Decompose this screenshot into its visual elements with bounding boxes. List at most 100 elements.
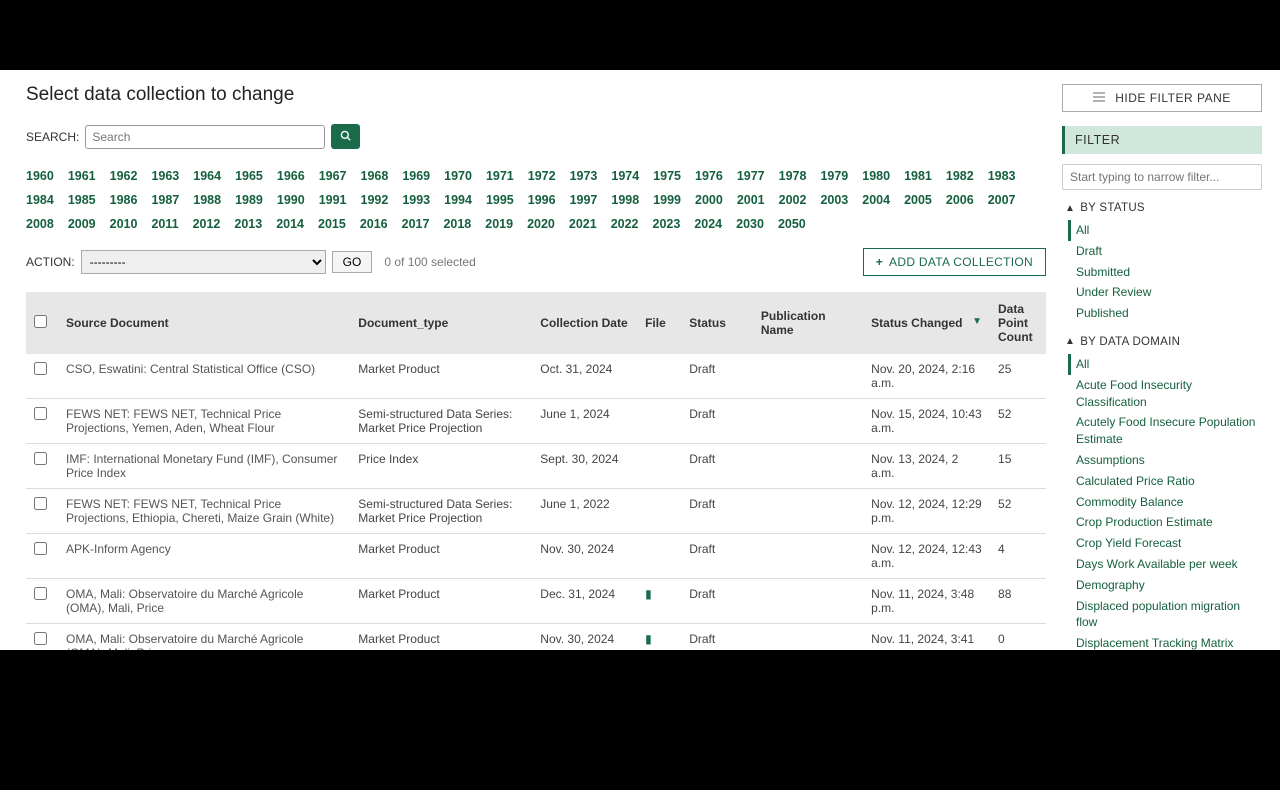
cell-source[interactable]: APK-Inform Agency — [58, 534, 350, 579]
row-checkbox[interactable] — [34, 587, 47, 600]
year-link[interactable]: 2017 — [402, 213, 430, 237]
filter-item[interactable]: Days Work Available per week — [1068, 554, 1262, 575]
search-input[interactable] — [85, 125, 325, 149]
col-collection-date[interactable]: Collection Date — [532, 292, 637, 354]
row-checkbox[interactable] — [34, 407, 47, 420]
year-link[interactable]: 2007 — [988, 189, 1016, 213]
year-link[interactable]: 2003 — [820, 189, 848, 213]
year-link[interactable]: 1992 — [361, 189, 389, 213]
cell-source[interactable]: CSO, Eswatini: Central Statistical Offic… — [58, 354, 350, 399]
year-link[interactable]: 1968 — [361, 165, 389, 189]
year-link[interactable]: 2030 — [736, 213, 764, 237]
year-link[interactable]: 1965 — [235, 165, 263, 189]
year-link[interactable]: 1962 — [110, 165, 138, 189]
year-link[interactable]: 2000 — [695, 189, 723, 213]
cell-source[interactable]: FEWS NET: FEWS NET, Technical Price Proj… — [58, 399, 350, 444]
filter-item[interactable]: Draft — [1068, 241, 1262, 262]
year-link[interactable]: 2016 — [360, 213, 388, 237]
cell-source[interactable]: IMF: International Monetary Fund (IMF), … — [58, 444, 350, 489]
filter-item[interactable]: Displacement Tracking Matrix — [1068, 633, 1262, 650]
year-link[interactable]: 2020 — [527, 213, 555, 237]
year-link[interactable]: 2011 — [151, 213, 178, 237]
year-link[interactable]: 2006 — [946, 189, 974, 213]
year-link[interactable]: 2050 — [778, 213, 806, 237]
filter-item[interactable]: Submitted — [1068, 262, 1262, 283]
year-link[interactable]: 1985 — [68, 189, 96, 213]
year-link[interactable]: 2014 — [276, 213, 304, 237]
action-select[interactable]: --------- — [81, 250, 326, 274]
year-link[interactable]: 1986 — [110, 189, 138, 213]
filter-item[interactable]: Crop Yield Forecast — [1068, 533, 1262, 554]
search-button[interactable] — [331, 124, 360, 149]
year-link[interactable]: 1961 — [68, 165, 96, 189]
add-data-collection-button[interactable]: + ADD DATA COLLECTION — [863, 248, 1046, 276]
year-link[interactable]: 1988 — [193, 189, 221, 213]
year-link[interactable]: 1960 — [26, 165, 54, 189]
filter-item[interactable]: Displaced population migration flow — [1068, 596, 1262, 634]
year-link[interactable]: 2023 — [653, 213, 681, 237]
year-link[interactable]: 1982 — [946, 165, 974, 189]
year-link[interactable]: 1964 — [193, 165, 221, 189]
year-link[interactable]: 1996 — [528, 189, 556, 213]
year-link[interactable]: 1984 — [26, 189, 54, 213]
filter-item[interactable]: All — [1068, 220, 1262, 241]
year-link[interactable]: 1974 — [611, 165, 639, 189]
year-link[interactable]: 2005 — [904, 189, 932, 213]
year-link[interactable]: 1980 — [862, 165, 890, 189]
col-status[interactable]: Status — [681, 292, 753, 354]
filter-item[interactable]: Acute Food Insecurity Classification — [1068, 375, 1262, 413]
year-link[interactable]: 1987 — [151, 189, 179, 213]
year-link[interactable]: 1999 — [653, 189, 681, 213]
year-link[interactable]: 2013 — [234, 213, 262, 237]
filter-item[interactable]: Acutely Food Insecure Population Estimat… — [1068, 412, 1262, 450]
year-link[interactable]: 1981 — [904, 165, 932, 189]
filter-group-title[interactable]: ▲ BY DATA DOMAIN — [1062, 336, 1262, 348]
year-link[interactable]: 1995 — [486, 189, 514, 213]
year-link[interactable]: 2001 — [737, 189, 765, 213]
year-link[interactable]: 2009 — [68, 213, 96, 237]
cell-file[interactable]: ▮ — [637, 624, 681, 650]
cell-source[interactable]: FEWS NET: FEWS NET, Technical Price Proj… — [58, 489, 350, 534]
year-link[interactable]: 2021 — [569, 213, 597, 237]
cell-source[interactable]: OMA, Mali: Observatoire du Marché Agrico… — [58, 624, 350, 650]
year-link[interactable]: 1973 — [570, 165, 598, 189]
filter-group-title[interactable]: ▲ BY STATUS — [1062, 202, 1262, 214]
filter-item[interactable]: Published — [1068, 303, 1262, 324]
row-checkbox[interactable] — [34, 497, 47, 510]
year-link[interactable]: 2008 — [26, 213, 54, 237]
year-link[interactable]: 2015 — [318, 213, 346, 237]
year-link[interactable]: 2024 — [694, 213, 722, 237]
filter-search-input[interactable] — [1062, 164, 1262, 190]
row-checkbox[interactable] — [34, 362, 47, 375]
year-link[interactable]: 1975 — [653, 165, 681, 189]
year-link[interactable]: 1994 — [444, 189, 472, 213]
year-link[interactable]: 1991 — [319, 189, 347, 213]
year-link[interactable]: 1963 — [151, 165, 179, 189]
filter-item[interactable]: Assumptions — [1068, 450, 1262, 471]
col-file[interactable]: File — [637, 292, 681, 354]
row-checkbox[interactable] — [34, 452, 47, 465]
col-document-type[interactable]: Document_type — [350, 292, 532, 354]
filter-item[interactable]: Calculated Price Ratio — [1068, 471, 1262, 492]
col-publication-name[interactable]: Publication Name — [753, 292, 863, 354]
year-link[interactable]: 1983 — [988, 165, 1016, 189]
cell-source[interactable]: OMA, Mali: Observatoire du Marché Agrico… — [58, 579, 350, 624]
filter-item[interactable]: Demography — [1068, 575, 1262, 596]
year-link[interactable]: 1979 — [820, 165, 848, 189]
year-link[interactable]: 2010 — [110, 213, 138, 237]
year-link[interactable]: 1993 — [402, 189, 430, 213]
row-checkbox[interactable] — [34, 632, 47, 645]
year-link[interactable]: 1970 — [444, 165, 472, 189]
year-link[interactable]: 2004 — [862, 189, 890, 213]
filter-item[interactable]: Under Review — [1068, 282, 1262, 303]
year-link[interactable]: 2012 — [193, 213, 221, 237]
year-link[interactable]: 1977 — [737, 165, 765, 189]
year-link[interactable]: 1969 — [402, 165, 430, 189]
hide-filter-pane-button[interactable]: HIDE FILTER PANE — [1062, 84, 1262, 112]
year-link[interactable]: 1966 — [277, 165, 305, 189]
col-status-changed[interactable]: Status Changed▼ — [863, 292, 990, 354]
year-link[interactable]: 2002 — [779, 189, 807, 213]
col-source-document[interactable]: Source Document — [58, 292, 350, 354]
year-link[interactable]: 1990 — [277, 189, 305, 213]
filter-item[interactable]: All — [1068, 354, 1262, 375]
